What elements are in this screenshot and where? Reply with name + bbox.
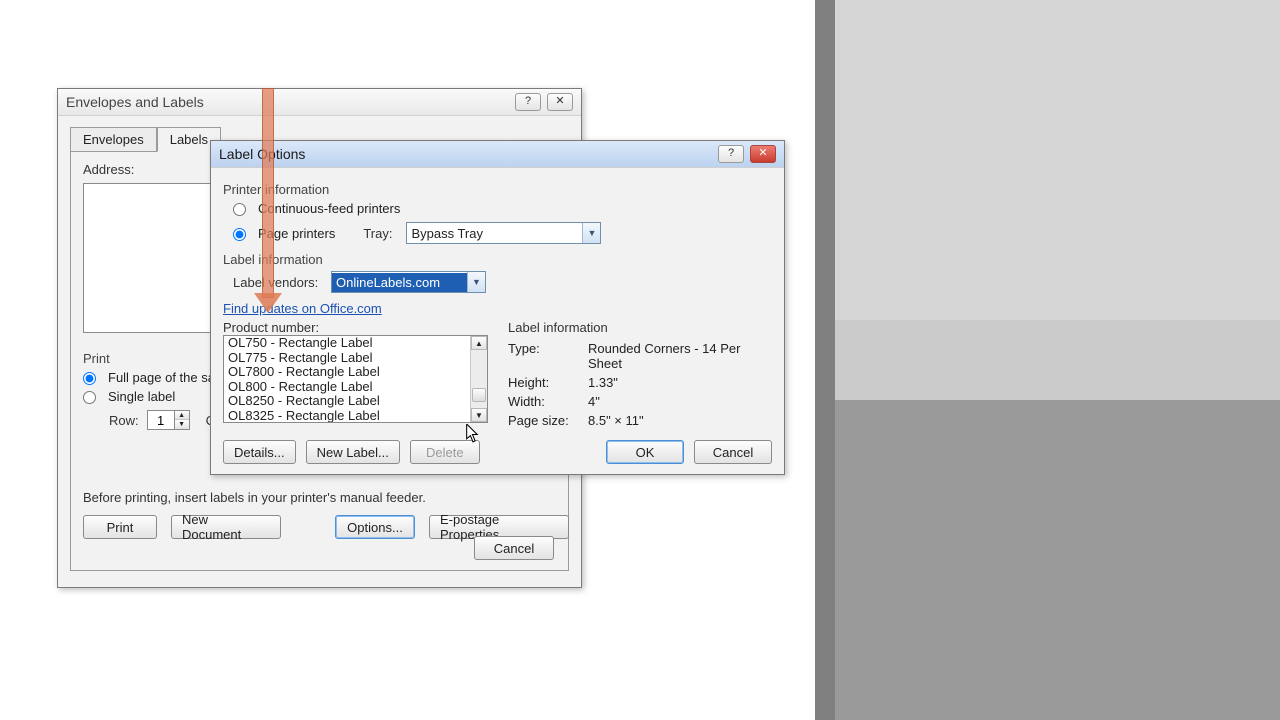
vendor-label: Label vendors: [233,275,323,290]
row-spinner-input[interactable] [148,411,174,429]
width-label: Width: [508,394,588,409]
page-size-label: Page size: [508,413,588,428]
tray-select[interactable]: Bypass Tray ▼ [406,222,601,244]
full-page-radio-input[interactable] [83,372,96,385]
address-textarea[interactable] [83,183,213,333]
print-note: Before printing, insert labels in your p… [83,490,556,505]
options-button[interactable]: Options... [335,515,415,539]
list-item[interactable]: OL750 - Rectangle Label [224,336,470,351]
vendor-select-value: OnlineLabels.com [332,273,467,292]
scroll-thumb[interactable] [472,388,486,402]
tab-envelopes[interactable]: Envelopes [70,127,157,152]
label-options-cancel-button[interactable]: Cancel [694,440,772,464]
page-size-value: 8.5" × 11" [588,413,772,428]
envelopes-labels-titlebar[interactable]: Envelopes and Labels ? ✕ [58,89,581,116]
height-label: Height: [508,375,588,390]
continuous-feed-radio-input[interactable] [233,203,246,216]
type-label: Type: [508,341,588,371]
new-label-button[interactable]: New Label... [306,440,400,464]
print-button[interactable]: Print [83,515,157,539]
row-spinner-buttons[interactable]: ▲▼ [174,411,189,429]
label-options-close-button[interactable]: ✕ [750,145,776,163]
listbox-scrollbar[interactable]: ▲ ▼ [470,336,487,422]
height-value: 1.33" [588,375,772,390]
help-button[interactable]: ? [515,93,541,111]
page-printers-radio-input[interactable] [233,228,246,241]
label-options-titlebar[interactable]: Label Options ? ✕ [211,141,784,168]
envelopes-cancel-button[interactable]: Cancel [474,536,554,560]
vendor-select[interactable]: OnlineLabels.com ▼ [331,271,486,293]
mouse-cursor-icon [466,424,480,444]
label-info-head: Label information [223,252,772,267]
row-label: Row: [109,413,139,428]
list-item[interactable]: OL775 - Rectangle Label [224,351,470,366]
ok-button[interactable]: OK [606,440,684,464]
list-item[interactable]: OL8325 - Rectangle Label [224,409,470,423]
width-value: 4" [588,394,772,409]
tray-label: Tray: [363,226,392,241]
find-updates-link[interactable]: Find updates on Office.com [223,301,382,316]
product-number-listbox[interactable]: OL750 - Rectangle Label OL775 - Rectangl… [223,335,488,423]
new-document-button[interactable]: New Document [171,515,281,539]
close-button[interactable]: ✕ [547,93,573,111]
single-label-radio-input[interactable] [83,391,96,404]
printer-info-head: Printer information [223,182,772,197]
scroll-up-icon[interactable]: ▲ [471,336,487,350]
continuous-feed-radio[interactable]: Continuous-feed printers [233,201,772,216]
scroll-down-icon[interactable]: ▼ [471,408,487,422]
tray-select-value: Bypass Tray [407,224,582,243]
envelopes-labels-title: Envelopes and Labels [66,94,204,110]
label-options-help-button[interactable]: ? [718,145,744,163]
list-item[interactable]: OL8250 - Rectangle Label [224,394,470,409]
details-button[interactable]: Details... [223,440,296,464]
list-item[interactable]: OL800 - Rectangle Label [224,380,470,395]
chevron-down-icon[interactable]: ▼ [467,272,485,292]
label-options-title: Label Options [219,146,305,162]
list-item[interactable]: OL7800 - Rectangle Label [224,365,470,380]
type-value: Rounded Corners - 14 Per Sheet [588,341,772,371]
label-info-head2: Label information [508,320,772,335]
product-number-head: Product number: [223,320,488,335]
label-options-dialog: Label Options ? ✕ Printer information Co… [210,140,785,475]
chevron-down-icon[interactable]: ▼ [582,223,600,243]
page-printers-radio[interactable]: Page printers Tray: Bypass Tray ▼ [233,222,772,244]
row-spinner[interactable]: ▲▼ [147,410,190,430]
